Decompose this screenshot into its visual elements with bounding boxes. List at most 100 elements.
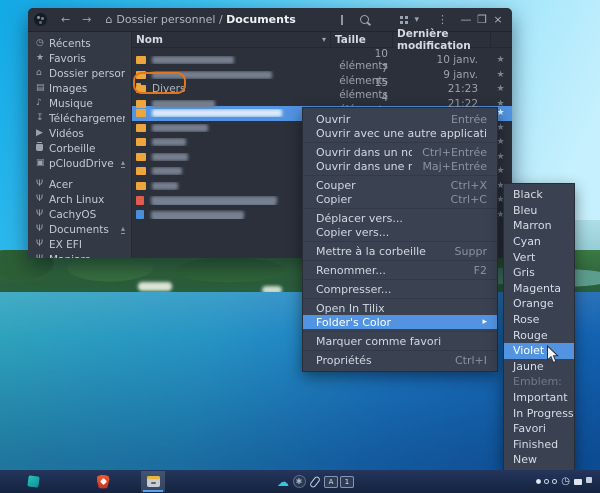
sidebar-item-images[interactable]: ▤Images xyxy=(28,81,131,96)
color-item-violet[interactable]: Violet xyxy=(504,343,574,359)
menu-item-open-in-tilix[interactable]: Open In Tilix xyxy=(303,301,497,315)
menu-item-couper[interactable]: CouperCtrl+X xyxy=(303,178,497,192)
eject-icon[interactable]: ▴ xyxy=(121,159,125,168)
menu-item-folder-s-color[interactable]: Folder's Color▸ xyxy=(303,315,497,329)
color-item-vert[interactable]: Vert xyxy=(504,249,574,265)
file-manager-task-button[interactable] xyxy=(141,471,165,492)
menu-item-proprietes[interactable]: PropriétésCtrl+I xyxy=(303,353,497,367)
menu-item-renommer[interactable]: Renommer...F2 xyxy=(303,263,497,277)
workspace-dot[interactable] xyxy=(552,479,557,484)
menu-item-ouvrir-avec-une-autre-application[interactable]: Ouvrir avec une autre application xyxy=(303,126,497,140)
sidebar-item-cachyos[interactable]: ΨCachyOS xyxy=(28,207,131,222)
view-grid-icon[interactable] xyxy=(400,16,408,24)
workspace-number-button[interactable]: 1 xyxy=(339,474,355,490)
menu-item-copier-vers[interactable]: Copier vers... xyxy=(303,225,497,239)
workspace-dot[interactable] xyxy=(544,479,549,484)
column-header-modified[interactable]: Dernière modification xyxy=(392,32,490,47)
color-item-rose[interactable]: Rose xyxy=(504,312,574,328)
sidebar-item-corbeille[interactable]: Corbeille xyxy=(28,141,131,156)
column-header-name[interactable]: Nom ▾ xyxy=(132,32,330,47)
menu-item-compresser[interactable]: Compresser... xyxy=(303,282,497,296)
app-launcher-button[interactable] xyxy=(25,474,41,490)
sidebar-item-manjaro[interactable]: ΨManjaro xyxy=(28,252,131,258)
folder-icon xyxy=(136,124,146,132)
column-header-size[interactable]: Taille xyxy=(330,32,392,47)
minimize-button[interactable]: — xyxy=(458,14,474,25)
maximize-button[interactable]: ❒ xyxy=(474,14,490,25)
color-item-marron[interactable]: Marron xyxy=(504,218,574,234)
sidebar-item-documents[interactable]: ΨDocuments▴ xyxy=(28,222,131,237)
color-item-cyan[interactable]: Cyan xyxy=(504,234,574,250)
menu-item-label: Folder's Color xyxy=(316,316,472,329)
menu-item-label: Propriétés xyxy=(316,354,445,367)
sidebar-item-ex-efi[interactable]: ΨEX EFI xyxy=(28,237,131,252)
sidebar-item-musique[interactable]: ♪Musique xyxy=(28,96,131,111)
sidebar-item-dossier-personnel[interactable]: ⌂Dossier personnel xyxy=(28,66,131,81)
pcloud-tray-button[interactable]: ☁ xyxy=(275,474,291,490)
sidebar-item-arch-linux[interactable]: ΨArch Linux xyxy=(28,192,131,207)
sidebar-item-acer[interactable]: ΨAcer xyxy=(28,177,131,192)
color-item-jaune[interactable]: Jaune xyxy=(504,359,574,375)
menu-shortcut: Ctrl+C xyxy=(451,193,487,206)
drive-icon: Ψ xyxy=(36,210,49,219)
forward-button[interactable]: → xyxy=(76,14,97,25)
breadcrumb[interactable]: Dossier personnel / Documents xyxy=(116,13,295,26)
clipboard-tray-button[interactable] xyxy=(307,474,323,490)
color-item-rouge[interactable]: Rouge xyxy=(504,327,574,343)
menu-item-mettre-a-la-corbeille[interactable]: Mettre à la corbeilleSuppr xyxy=(303,244,497,258)
sidebar-item-label: Dossier personnel xyxy=(49,68,125,80)
file-name-cell xyxy=(136,153,188,161)
favorite-star-icon[interactable]: ★ xyxy=(490,55,511,65)
color-item-gris[interactable]: Gris xyxy=(504,265,574,281)
eject-icon[interactable]: ▴ xyxy=(121,225,125,234)
menu-shortcut: Entrée xyxy=(451,113,487,126)
trash-icon xyxy=(36,144,49,154)
view-caret-icon[interactable]: ▾ xyxy=(414,15,419,25)
location-toggle-icon[interactable] xyxy=(341,15,343,25)
brave-browser-button[interactable] xyxy=(95,474,111,490)
color-item-in-progress[interactable]: In Progress xyxy=(504,405,574,421)
sidebar-item-videos[interactable]: ▶Vidéos xyxy=(28,126,131,141)
menu-shortcut: Suppr xyxy=(455,245,487,258)
tray-icon[interactable] xyxy=(586,477,592,483)
breadcrumb-root[interactable]: Dossier personnel xyxy=(116,13,215,26)
workspace-dots[interactable] xyxy=(536,479,557,484)
color-item-orange[interactable]: Orange xyxy=(504,296,574,312)
drive-icon: Ψ xyxy=(36,240,49,249)
menu-item-marquer-comme-favori[interactable]: Marquer comme favori xyxy=(303,334,497,348)
taskbar-right-cluster: ◷ xyxy=(536,477,600,487)
favorite-star-icon[interactable]: ★ xyxy=(490,84,511,94)
tray-icon[interactable] xyxy=(574,479,582,485)
color-item-finished[interactable]: Finished xyxy=(504,437,574,453)
color-item-new[interactable]: New xyxy=(504,452,574,468)
clock-icon[interactable]: ◷ xyxy=(561,477,570,487)
menu-item-deplacer-vers[interactable]: Déplacer vers... xyxy=(303,211,497,225)
color-item-bleu[interactable]: Bleu xyxy=(504,203,574,219)
favorite-star-icon[interactable]: ★ xyxy=(490,70,511,80)
wallpaper-rocks xyxy=(138,282,172,291)
menu-item-label: Ouvrir avec une autre application xyxy=(316,127,487,140)
back-button[interactable]: ← xyxy=(55,14,76,25)
home-icon[interactable]: ⌂ xyxy=(105,13,112,26)
keyboard-layout-button[interactable]: A xyxy=(323,474,339,490)
sidebar-item-telechargements[interactable]: ↧Téléchargements xyxy=(28,111,131,126)
close-button[interactable]: × xyxy=(490,14,506,25)
sidebar-item-recents[interactable]: ◷Récents xyxy=(28,36,131,51)
color-item-magenta[interactable]: Magenta xyxy=(504,281,574,297)
menu-group: Déplacer vers...Copier vers... xyxy=(303,208,497,240)
sidebar-item-favoris[interactable]: ★Favoris xyxy=(28,51,131,66)
menu-kebab-icon[interactable]: ⋮ xyxy=(437,13,448,26)
color-item-black[interactable]: Black xyxy=(504,187,574,203)
search-icon[interactable] xyxy=(360,15,369,24)
color-item-important[interactable]: Important xyxy=(504,390,574,406)
breadcrumb-current[interactable]: Documents xyxy=(226,13,296,26)
menu-item-ouvrir[interactable]: OuvrirEntrée xyxy=(303,112,497,126)
workspace-dot[interactable] xyxy=(536,479,541,484)
menu-item-ouvrir-dans-un-nouvel-onglet[interactable]: Ouvrir dans un nouvel ongletCtrl+Entrée xyxy=(303,145,497,159)
menu-item-copier[interactable]: CopierCtrl+C xyxy=(303,192,497,206)
settings-tray-button[interactable]: ✱ xyxy=(291,474,307,490)
menu-item-label: Couper xyxy=(316,179,441,192)
menu-item-ouvrir-dans-une-nouvelle-fenetre[interactable]: Ouvrir dans une nouvelle fenêtreMaj+Entr… xyxy=(303,159,497,173)
sidebar-item-pclouddrive[interactable]: ▣pCloudDrive▴ xyxy=(28,156,131,171)
color-item-favori[interactable]: Favori xyxy=(504,421,574,437)
